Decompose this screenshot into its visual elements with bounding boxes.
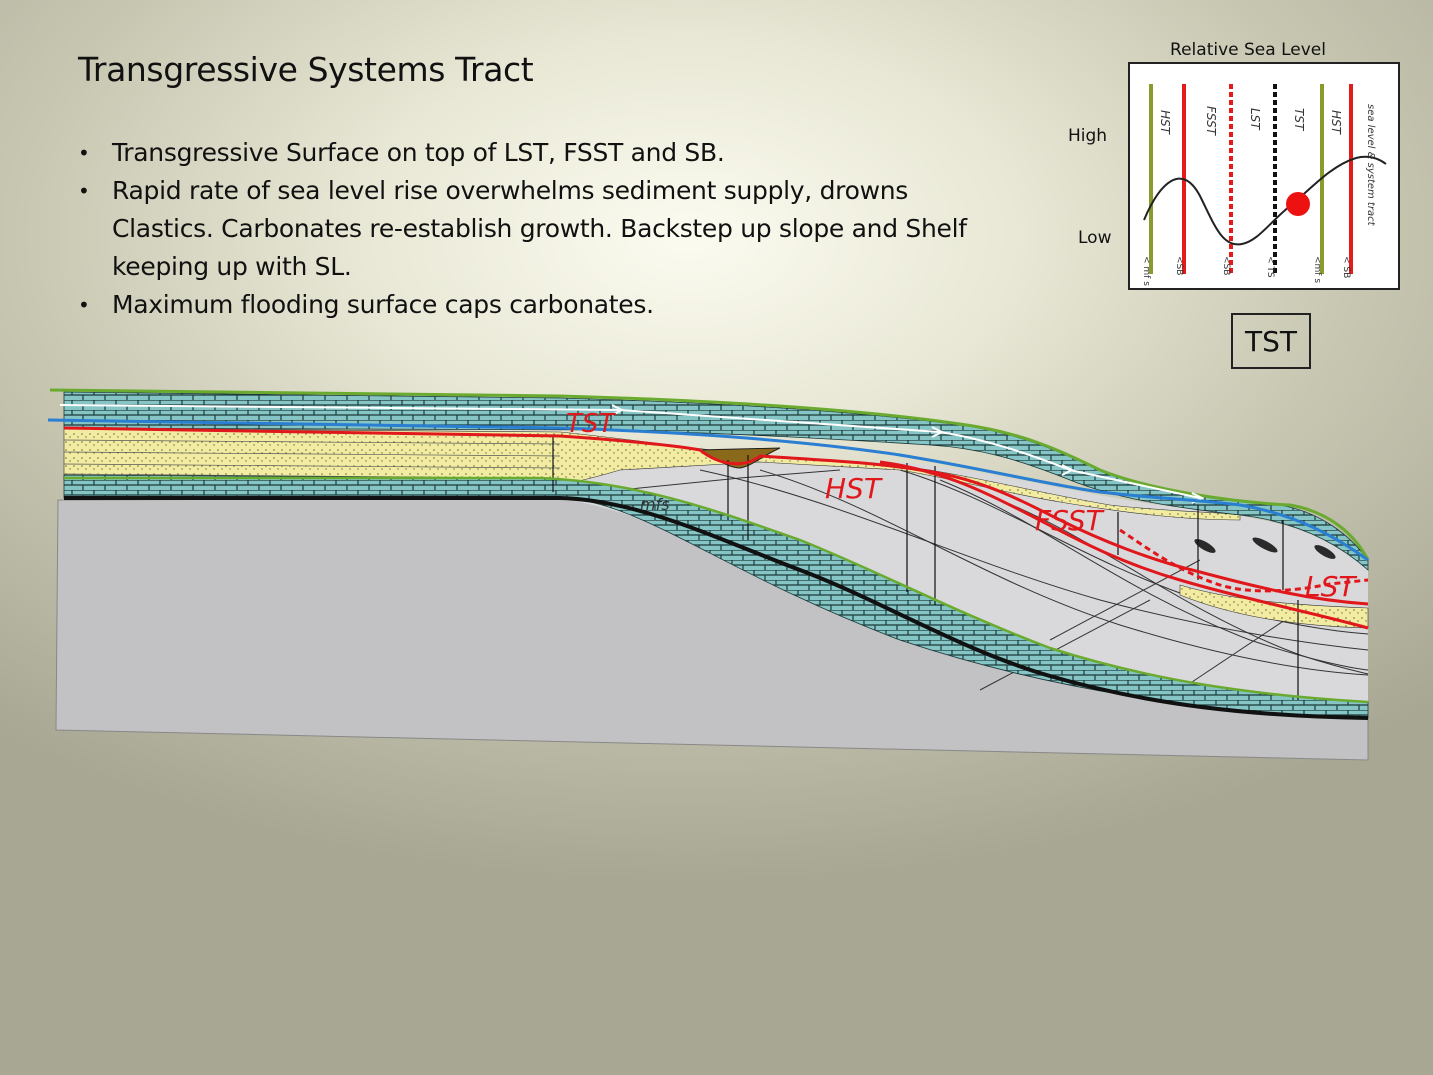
hst-label: HST <box>825 472 883 505</box>
bullet-dot-icon: • <box>78 293 90 317</box>
tract-label: HST <box>1329 110 1343 136</box>
surface-label: < TS <box>1265 256 1275 278</box>
side-label: sea level & system tract <box>1365 104 1376 227</box>
surface-label: < mf s <box>1141 256 1151 286</box>
low-label: Low <box>1078 228 1112 248</box>
bullet-dot-icon: • <box>78 141 90 165</box>
tract-label: HST <box>1158 110 1172 136</box>
bullet-dot-icon: • <box>78 179 90 203</box>
cross-section-diagram: TST HST FSST LST mfs <box>47 388 1370 761</box>
tst-label: TST <box>566 409 616 439</box>
bullet-item: • Maximum flooding surface caps carbonat… <box>78 286 978 324</box>
bullet-text: Maximum flooding surface caps carbonates… <box>112 290 654 319</box>
surface-label: < SB <box>1341 256 1351 278</box>
high-label: High <box>1068 126 1108 146</box>
slide-title: Transgressive Systems Tract <box>78 50 534 89</box>
surface-label: <SB <box>1221 256 1231 275</box>
bullet-list: • Transgressive Surface on top of LST, F… <box>78 134 978 324</box>
current-tract-box: TST <box>1231 313 1311 369</box>
surface-label: <mf s <box>1312 256 1322 283</box>
surface-label: <SB <box>1174 256 1184 275</box>
bullet-item: • Rapid rate of sea level rise overwhelm… <box>78 172 978 286</box>
mfs-label: mfs <box>640 495 670 514</box>
current-position-marker <box>1286 192 1310 216</box>
sea-level-chart: HST FSST LST TST HST < mf s <SB <SB < TS… <box>1128 62 1400 290</box>
bullet-item: • Transgressive Surface on top of LST, F… <box>78 134 978 172</box>
sea-level-caption: Relative Sea Level <box>1170 40 1326 60</box>
tract-label: FSST <box>1204 106 1218 137</box>
tract-label: LST <box>1248 108 1262 131</box>
sea-level-svg: HST FSST LST TST HST < mf s <SB <SB < TS… <box>1141 84 1387 286</box>
bullet-text: Transgressive Surface on top of LST, FSS… <box>112 138 725 167</box>
lst-label: LST <box>1305 570 1357 603</box>
bullet-text: Rapid rate of sea level rise overwhelms … <box>112 176 967 281</box>
fsst-label: FSST <box>1035 504 1105 537</box>
tract-label: TST <box>1292 108 1306 132</box>
